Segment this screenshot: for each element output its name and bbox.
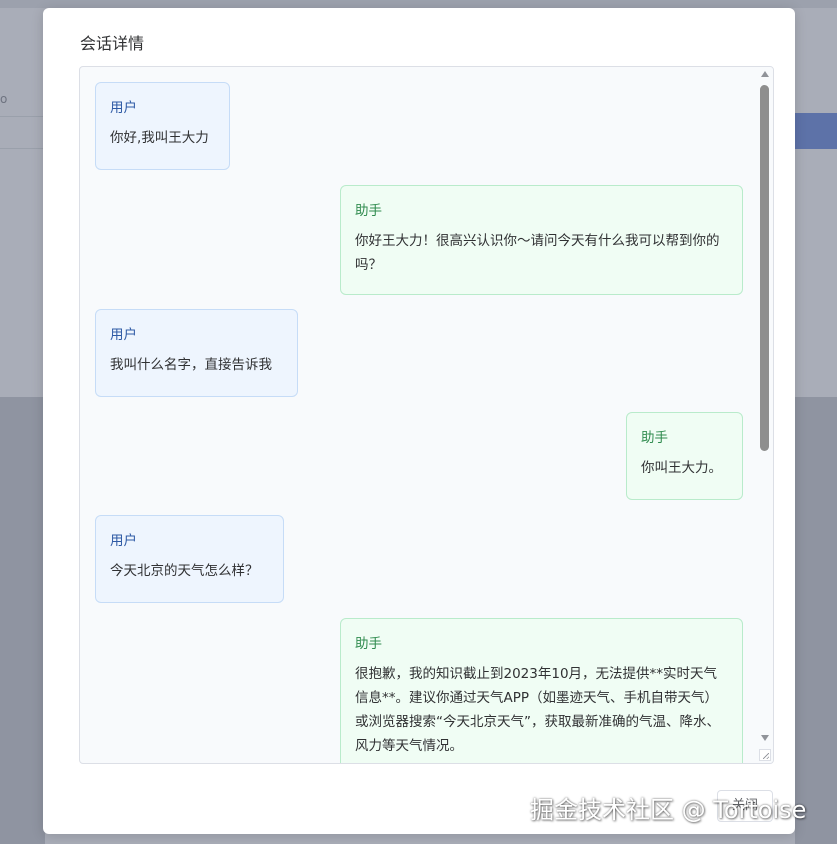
message-role-label: 助手 (355, 203, 382, 219)
message-text: 你好,我叫王大力 (110, 130, 209, 146)
message-assistant: 助手 很抱歉，我的知识截止到2023年10月，无法提供**实时天气信息**。建议… (340, 618, 743, 763)
scroll-down-arrow-icon[interactable] (761, 735, 769, 741)
message-list: 用户 你好,我叫王大力 助手 你好王大力！很高兴认识你～请问今天有什么我可以帮到… (80, 67, 758, 763)
background-overlay-right (795, 397, 837, 844)
message-assistant: 助手 你叫王大力。 (626, 412, 743, 500)
watermark: 掘金技术社区 @ Tortoise (530, 796, 807, 824)
message-role-label: 助手 (355, 636, 382, 652)
background-right-area (795, 8, 837, 397)
message-user: 用户 我叫什么名字，直接告诉我 (95, 309, 298, 397)
message-assistant: 助手 你好王大力！很高兴认识你～请问今天有什么我可以帮到你的吗？ (340, 185, 743, 295)
vertical-scrollbar[interactable] (757, 67, 773, 763)
message-role-label: 用户 (110, 100, 137, 116)
message-text: 你叫王大力。 (641, 460, 722, 476)
background-top-band (0, 0, 837, 8)
background-overlay-left (0, 397, 45, 844)
scrollbar-thumb[interactable] (760, 85, 769, 451)
message-user: 用户 今天北京的天气怎么样？ (95, 515, 284, 603)
message-text: 我叫什么名字，直接告诉我 (110, 357, 272, 373)
message-text: 今天北京的天气怎么样？ (110, 563, 259, 579)
message-text: 很抱歉，我的知识截止到2023年10月，无法提供**实时天气信息**。建议你通过… (355, 666, 720, 754)
message-user: 用户 你好,我叫王大力 (95, 82, 230, 170)
scroll-up-arrow-icon[interactable] (761, 71, 769, 77)
session-detail-dialog: 会话详情 用户 你好,我叫王大力 助手 你好王大力！很高兴认识你～请问今天有什么… (43, 8, 795, 834)
message-role-label: 用户 (110, 533, 137, 549)
resize-handle-icon[interactable] (759, 749, 771, 761)
background-input: o (0, 82, 45, 117)
message-text: 你好王大力！很高兴认识你～请问今天有什么我可以帮到你的吗？ (355, 233, 720, 273)
chat-history-box[interactable]: 用户 你好,我叫王大力 助手 你好王大力！很高兴认识你～请问今天有什么我可以帮到… (79, 66, 774, 764)
background-primary-button (794, 113, 837, 149)
background-divider (0, 148, 45, 149)
dialog-title: 会话详情 (80, 34, 145, 53)
message-role-label: 助手 (641, 430, 668, 446)
message-role-label: 用户 (110, 327, 137, 343)
